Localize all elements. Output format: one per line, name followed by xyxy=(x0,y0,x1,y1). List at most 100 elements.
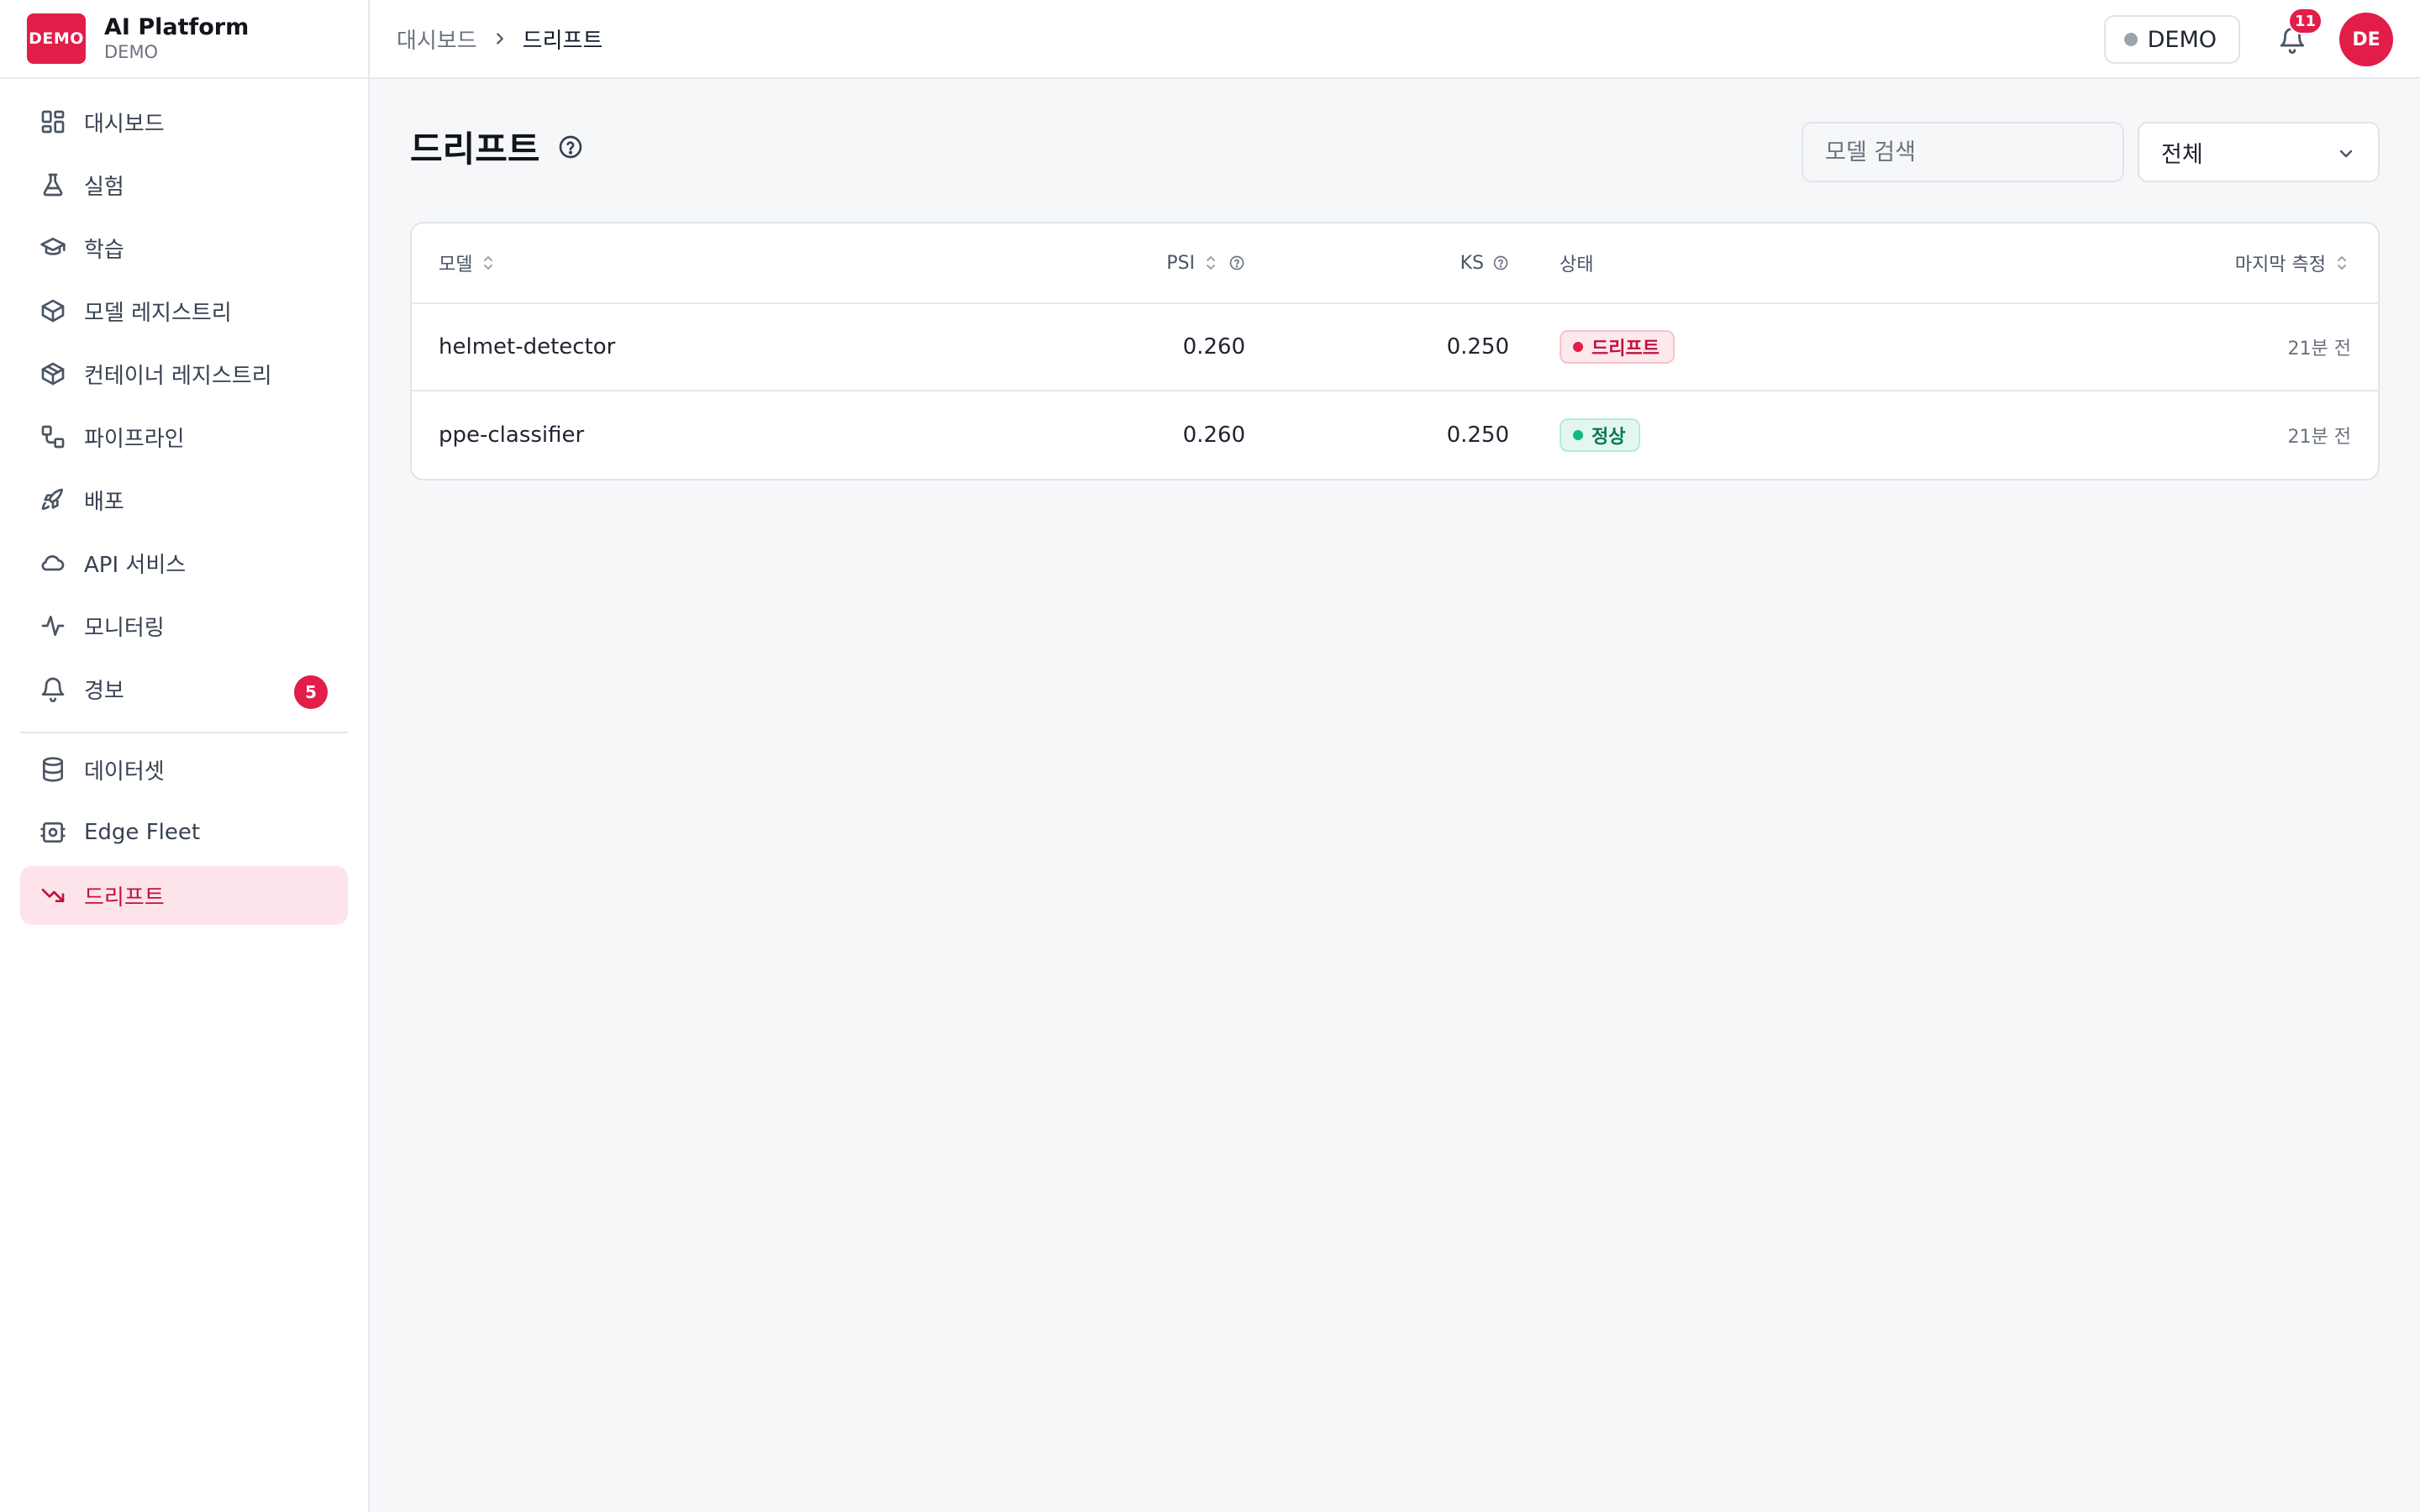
sidebar-item-datasets[interactable]: 데이터셋 xyxy=(20,740,348,799)
sidebar-item-label: 배포 xyxy=(84,489,124,515)
sidebar-item-label: 파이프라인 xyxy=(84,426,185,452)
page-title: 드리프트 xyxy=(410,129,540,170)
sidebar-item-monitoring[interactable]: 모니터링 xyxy=(20,596,348,655)
table-header-row: 모델 PSI KS 상태 마지막 측정 xyxy=(412,223,2378,304)
sidebar-item-drift[interactable]: 드리프트 xyxy=(20,866,348,925)
table-row[interactable]: ppe-classifier 0.260 0.250 정상 21분 전 xyxy=(412,391,2378,479)
sidebar-item-dashboard[interactable]: 대시보드 xyxy=(20,92,348,151)
sort-icon xyxy=(1203,254,1220,272)
sidebar-item-deploy[interactable]: 배포 xyxy=(20,470,348,529)
status-dot xyxy=(1573,430,1583,440)
status-cell: 드리프트 xyxy=(1560,304,1675,390)
workflow-icon xyxy=(39,423,67,451)
environment-selector[interactable]: DEMO xyxy=(2103,15,2240,64)
environment-label: DEMO xyxy=(2147,26,2217,53)
sidebar-item-pipeline[interactable]: 파이프라인 xyxy=(20,407,348,466)
nav-divider xyxy=(20,732,348,733)
column-header-model: 모델 xyxy=(439,223,497,302)
column-header-label: 마지막 측정 xyxy=(2234,255,2326,276)
status-filter-select[interactable]: 전체 xyxy=(2138,122,2380,182)
status-filter-value: 전체 xyxy=(2161,141,2203,168)
ks-value-cell: 0.250 xyxy=(1446,334,1509,360)
flask-icon xyxy=(39,171,67,199)
nav-group-primary: 대시보드 실험 학습 모델 레지스트리 컨테이너 레지스트리 파이프라인 배포 … xyxy=(20,79,348,718)
status-badge-label: 드리프트 xyxy=(1591,339,1660,360)
main-content: 드리프트 전체 모델 PSI xyxy=(370,79,2420,1512)
sidebar: DEMO AI Platform DEMO 대시보드 실험 학습 모델 레지스트… xyxy=(0,0,370,1512)
table-row[interactable]: helmet-detector 0.260 0.250 드리프트 21분 전 xyxy=(412,304,2378,391)
trending-down-icon xyxy=(39,881,67,910)
drift-table: 모델 PSI KS 상태 마지막 측정 helmet-detector 0.26… xyxy=(410,222,2380,480)
brand[interactable]: DEMO AI Platform DEMO xyxy=(0,0,368,79)
chevron-right-icon xyxy=(491,29,509,48)
brand-logo: DEMO xyxy=(27,13,86,64)
topbar: 대시보드 드리프트 DEMO 11 DE xyxy=(370,0,2420,79)
brand-text: AI Platform DEMO xyxy=(104,14,249,63)
sidebar-item-label: 모니터링 xyxy=(84,615,165,641)
status-badge: 드리프트 xyxy=(1560,330,1675,364)
column-header-last-measured: 마지막 측정 xyxy=(2235,223,2351,302)
breadcrumb-home-link[interactable]: 대시보드 xyxy=(397,24,477,55)
sidebar-nav: 대시보드 실험 학습 모델 레지스트리 컨테이너 레지스트리 파이프라인 배포 … xyxy=(0,79,368,925)
sidebar-item-edge-fleet[interactable]: Edge Fleet xyxy=(20,803,348,862)
help-circle-icon[interactable] xyxy=(1228,254,1245,272)
breadcrumb-current: 드리프트 xyxy=(522,28,603,54)
sort-icon xyxy=(481,254,497,272)
column-header-psi: PSI xyxy=(1166,223,1245,302)
brand-title: AI Platform xyxy=(104,14,250,40)
model-name-cell[interactable]: ppe-classifier xyxy=(439,391,584,479)
sidebar-item-label: 모델 레지스트리 xyxy=(84,300,232,326)
chevron-down-icon xyxy=(2336,144,2356,164)
environment-status-dot xyxy=(2123,33,2138,46)
sort-icon xyxy=(2334,254,2351,272)
status-dot xyxy=(1573,342,1583,352)
sidebar-item-label: Edge Fleet xyxy=(84,820,201,845)
sidebar-item-label: 학습 xyxy=(84,237,124,263)
sidebar-item-training[interactable]: 학습 xyxy=(20,218,348,277)
activity-icon xyxy=(39,612,67,640)
notification-count-badge: 11 xyxy=(2287,8,2323,34)
sidebar-item-container-registry[interactable]: 컨테이너 레지스트리 xyxy=(20,344,348,403)
status-badge-label: 정상 xyxy=(1591,427,1626,448)
last-measured-cell: 21분 전 xyxy=(2287,339,2351,360)
alerts-count-badge: 5 xyxy=(294,675,328,709)
user-avatar[interactable]: DE xyxy=(2339,13,2393,66)
model-name-cell[interactable]: helmet-detector xyxy=(439,304,615,390)
package-icon xyxy=(39,360,67,388)
sidebar-item-alerts[interactable]: 경보 5 xyxy=(20,659,348,718)
sidebar-item-experiments[interactable]: 실험 xyxy=(20,155,348,214)
notifications-button[interactable]: 11 xyxy=(2275,8,2323,56)
status-cell: 정상 xyxy=(1560,391,1641,479)
database-icon xyxy=(39,755,67,784)
sidebar-item-model-registry[interactable]: 모델 레지스트리 xyxy=(20,281,348,340)
sidebar-item-label: 컨테이너 레지스트리 xyxy=(84,363,272,389)
sidebar-item-api-services[interactable]: API 서비스 xyxy=(20,533,348,592)
column-header-label: PSI xyxy=(1166,252,1195,274)
sidebar-item-label: 대시보드 xyxy=(84,111,165,137)
edge-device-icon xyxy=(39,818,67,847)
ks-value-cell: 0.250 xyxy=(1446,423,1509,448)
sort-by-last-measured[interactable]: 마지막 측정 xyxy=(2235,249,2351,276)
last-measured-cell: 21분 전 xyxy=(2287,427,2351,448)
sidebar-item-label: 경보 xyxy=(84,678,124,704)
dashboard-icon xyxy=(39,108,67,136)
sidebar-item-label: 데이터셋 xyxy=(84,759,165,785)
sidebar-item-label: 드리프트 xyxy=(84,885,165,911)
column-header-label: 상태 xyxy=(1560,255,1594,276)
psi-value-cell: 0.260 xyxy=(1182,423,1245,448)
breadcrumb: 대시보드 드리프트 xyxy=(397,24,602,55)
cloud-icon xyxy=(39,549,67,577)
help-circle-icon[interactable] xyxy=(557,134,584,160)
brand-subtitle: DEMO xyxy=(104,42,159,62)
status-badge: 정상 xyxy=(1560,418,1641,452)
column-header-status: 상태 xyxy=(1560,223,1593,302)
sort-by-model[interactable]: 모델 xyxy=(439,249,497,276)
box-icon xyxy=(39,297,67,325)
sort-by-psi[interactable]: PSI xyxy=(1166,253,1220,274)
topbar-actions: DEMO 11 DE xyxy=(2103,0,2393,79)
page-header: 드리프트 xyxy=(410,121,584,172)
model-search-input[interactable] xyxy=(1802,122,2124,182)
column-header-label: 모델 xyxy=(439,255,473,276)
sidebar-item-label: API 서비스 xyxy=(84,552,187,578)
help-circle-icon[interactable] xyxy=(1492,254,1509,272)
